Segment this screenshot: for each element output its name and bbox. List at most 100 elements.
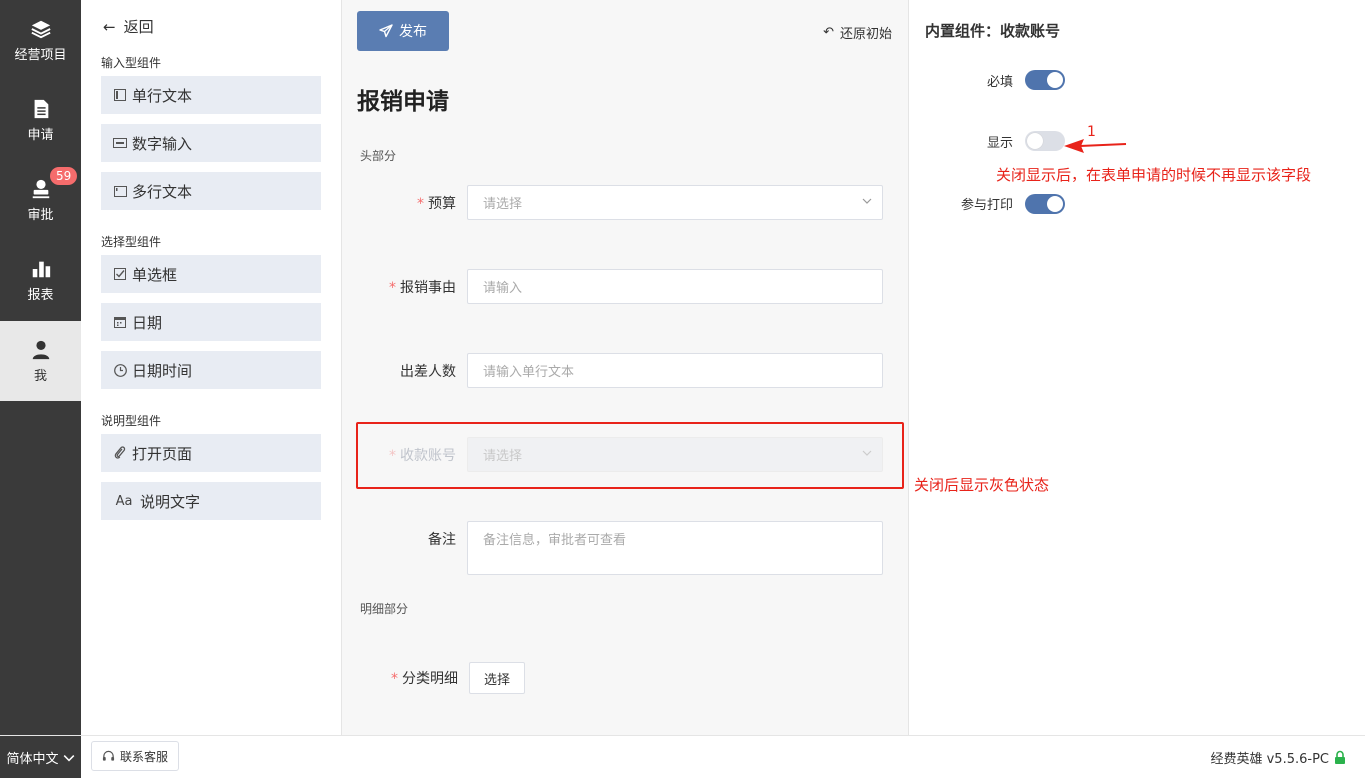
publish-button[interactable]: 发布: [357, 11, 449, 51]
annotation-visible-note: 关闭显示后，在表单申请的时候不再显示该字段: [996, 166, 1312, 184]
chevron-down-icon: [862, 198, 872, 204]
bar-chart-icon: [32, 261, 50, 277]
toggle-knob: [1027, 133, 1043, 149]
reason-input[interactable]: 请输入: [467, 269, 883, 304]
visible-toggle[interactable]: [1025, 131, 1065, 151]
required-mark: *: [389, 280, 396, 296]
remark-textarea[interactable]: 备注信息，审批者可查看: [467, 521, 883, 575]
remark-placeholder: 备注信息，审批者可查看: [483, 533, 627, 548]
support-label: 联系客服: [120, 749, 169, 764]
highlight-box: [356, 422, 904, 489]
nav-item-label: 我: [33, 368, 47, 384]
component-open-page[interactable]: 打开页面: [101, 434, 321, 472]
travelers-label-text: 出差人数: [400, 364, 456, 380]
reason-label-text: 报销事由: [400, 280, 456, 296]
clock-icon: [113, 363, 127, 377]
component-label: 日期时间: [132, 361, 193, 380]
reset-label: 还原初始: [839, 27, 892, 42]
nav-item-reports[interactable]: 报表: [0, 240, 81, 320]
version-info: 经费英雄 v5.5.6-PC: [1210, 748, 1347, 767]
reset-button[interactable]: ↶ 还原初始: [823, 23, 892, 42]
paperclip-icon: [113, 446, 127, 460]
left-nav: 经营项目 申请 审批 59 报表 我: [0, 0, 81, 735]
language-label: 简体中文: [6, 752, 59, 767]
support-button[interactable]: 联系客服: [91, 741, 180, 771]
travelers-placeholder: 请输入单行文本: [483, 365, 575, 380]
print-toggle[interactable]: [1025, 194, 1065, 214]
textarea-icon: [113, 184, 127, 198]
stamp-icon: [32, 179, 49, 198]
nav-item-label: 审批: [27, 207, 54, 223]
required-mark: *: [417, 196, 424, 212]
component-radio[interactable]: 单选框: [101, 255, 321, 293]
form-canvas: 发布 ↶ 还原初始 报销申请 头部分 * 预算 请选择 * 报销事由 请输入 出差人…: [342, 0, 908, 735]
nav-item-label: 申请: [27, 127, 54, 143]
document-icon: [34, 99, 48, 118]
component-label: 打开页面: [132, 444, 193, 463]
nav-item-label: 经营项目: [14, 47, 67, 63]
bottom-bar: 简体中文 联系客服 经费英雄 v5.5.6-PC: [0, 735, 1365, 778]
language-select[interactable]: 简体中文: [0, 736, 81, 778]
publish-label: 发布: [399, 24, 427, 40]
approval-count-badge: 59: [50, 167, 78, 185]
component-single-line-text[interactable]: 单行文本: [101, 76, 321, 114]
component-number-input[interactable]: 数字输入: [101, 124, 321, 162]
group-title-select: 选择型组件: [101, 235, 162, 249]
arrow-left-icon: ←: [103, 17, 116, 36]
travelers-label: 出差人数: [342, 361, 456, 381]
budget-label: * 预算: [342, 193, 456, 213]
nav-item-apply[interactable]: 申请: [0, 80, 81, 160]
annotation-gray-note: 关闭后显示灰色状态: [914, 476, 1050, 494]
checkbox-icon: [113, 267, 127, 281]
toggle-knob: [1047, 72, 1063, 88]
number-box-icon: [113, 136, 127, 150]
component-label: 单行文本: [132, 86, 193, 105]
props-title: 内置组件：收款账号: [925, 22, 1061, 40]
budget-placeholder: 请选择: [483, 197, 523, 212]
annotation-marker: 1: [1087, 124, 1096, 140]
section-title-head: 头部分: [360, 149, 397, 163]
user-icon: [32, 340, 49, 359]
budget-label-text: 预算: [428, 196, 456, 212]
toggle-knob: [1047, 196, 1063, 212]
component-label: 多行文本: [132, 182, 193, 201]
component-palette: ← 返回 输入型组件 单行文本 数字输入 多行文本 选择型组件 单选框 日期 日…: [81, 0, 342, 735]
chevron-down-icon: [63, 754, 74, 762]
headset-icon: [102, 750, 115, 761]
text-box-icon: [113, 88, 127, 102]
nav-item-me[interactable]: 我: [0, 321, 81, 401]
form-title: 报销申请: [357, 89, 449, 115]
category-select-button[interactable]: 选择: [469, 662, 525, 694]
nav-item-projects[interactable]: 经营项目: [0, 0, 81, 80]
calendar-icon: [113, 315, 127, 329]
remark-label: 备注: [342, 529, 456, 549]
print-label: 参与打印: [960, 198, 1013, 213]
required-mark: *: [391, 671, 398, 687]
reason-label: * 报销事由: [342, 277, 456, 297]
group-title-input: 输入型组件: [101, 56, 162, 70]
category-label: * 分类明细: [344, 668, 458, 688]
send-icon: [379, 24, 393, 38]
version-label: 经费英雄 v5.5.6-PC: [1210, 752, 1329, 767]
component-datetime[interactable]: 日期时间: [101, 351, 321, 389]
category-label-text: 分类明细: [402, 671, 458, 687]
component-label: 单选框: [132, 265, 178, 284]
remark-label-text: 备注: [428, 532, 456, 548]
component-date[interactable]: 日期: [101, 303, 321, 341]
back-button[interactable]: ← 返回: [103, 16, 154, 37]
lock-icon: [1335, 750, 1345, 764]
section-title-detail: 明细部分: [360, 602, 409, 616]
back-label: 返回: [123, 18, 154, 36]
required-toggle[interactable]: [1025, 70, 1065, 90]
travelers-input[interactable]: 请输入单行文本: [467, 353, 883, 388]
reason-placeholder: 请输入: [483, 281, 523, 296]
undo-icon: ↶: [823, 25, 834, 40]
component-multi-line-text[interactable]: 多行文本: [101, 172, 321, 210]
nav-item-label: 报表: [27, 287, 54, 303]
component-description-text[interactable]: Aa 说明文字: [101, 482, 321, 520]
visible-label: 显示: [986, 136, 1013, 151]
layers-icon: [30, 20, 51, 38]
component-label: 日期: [132, 313, 163, 332]
group-title-desc: 说明型组件: [101, 414, 162, 428]
budget-select[interactable]: 请选择: [467, 185, 883, 220]
